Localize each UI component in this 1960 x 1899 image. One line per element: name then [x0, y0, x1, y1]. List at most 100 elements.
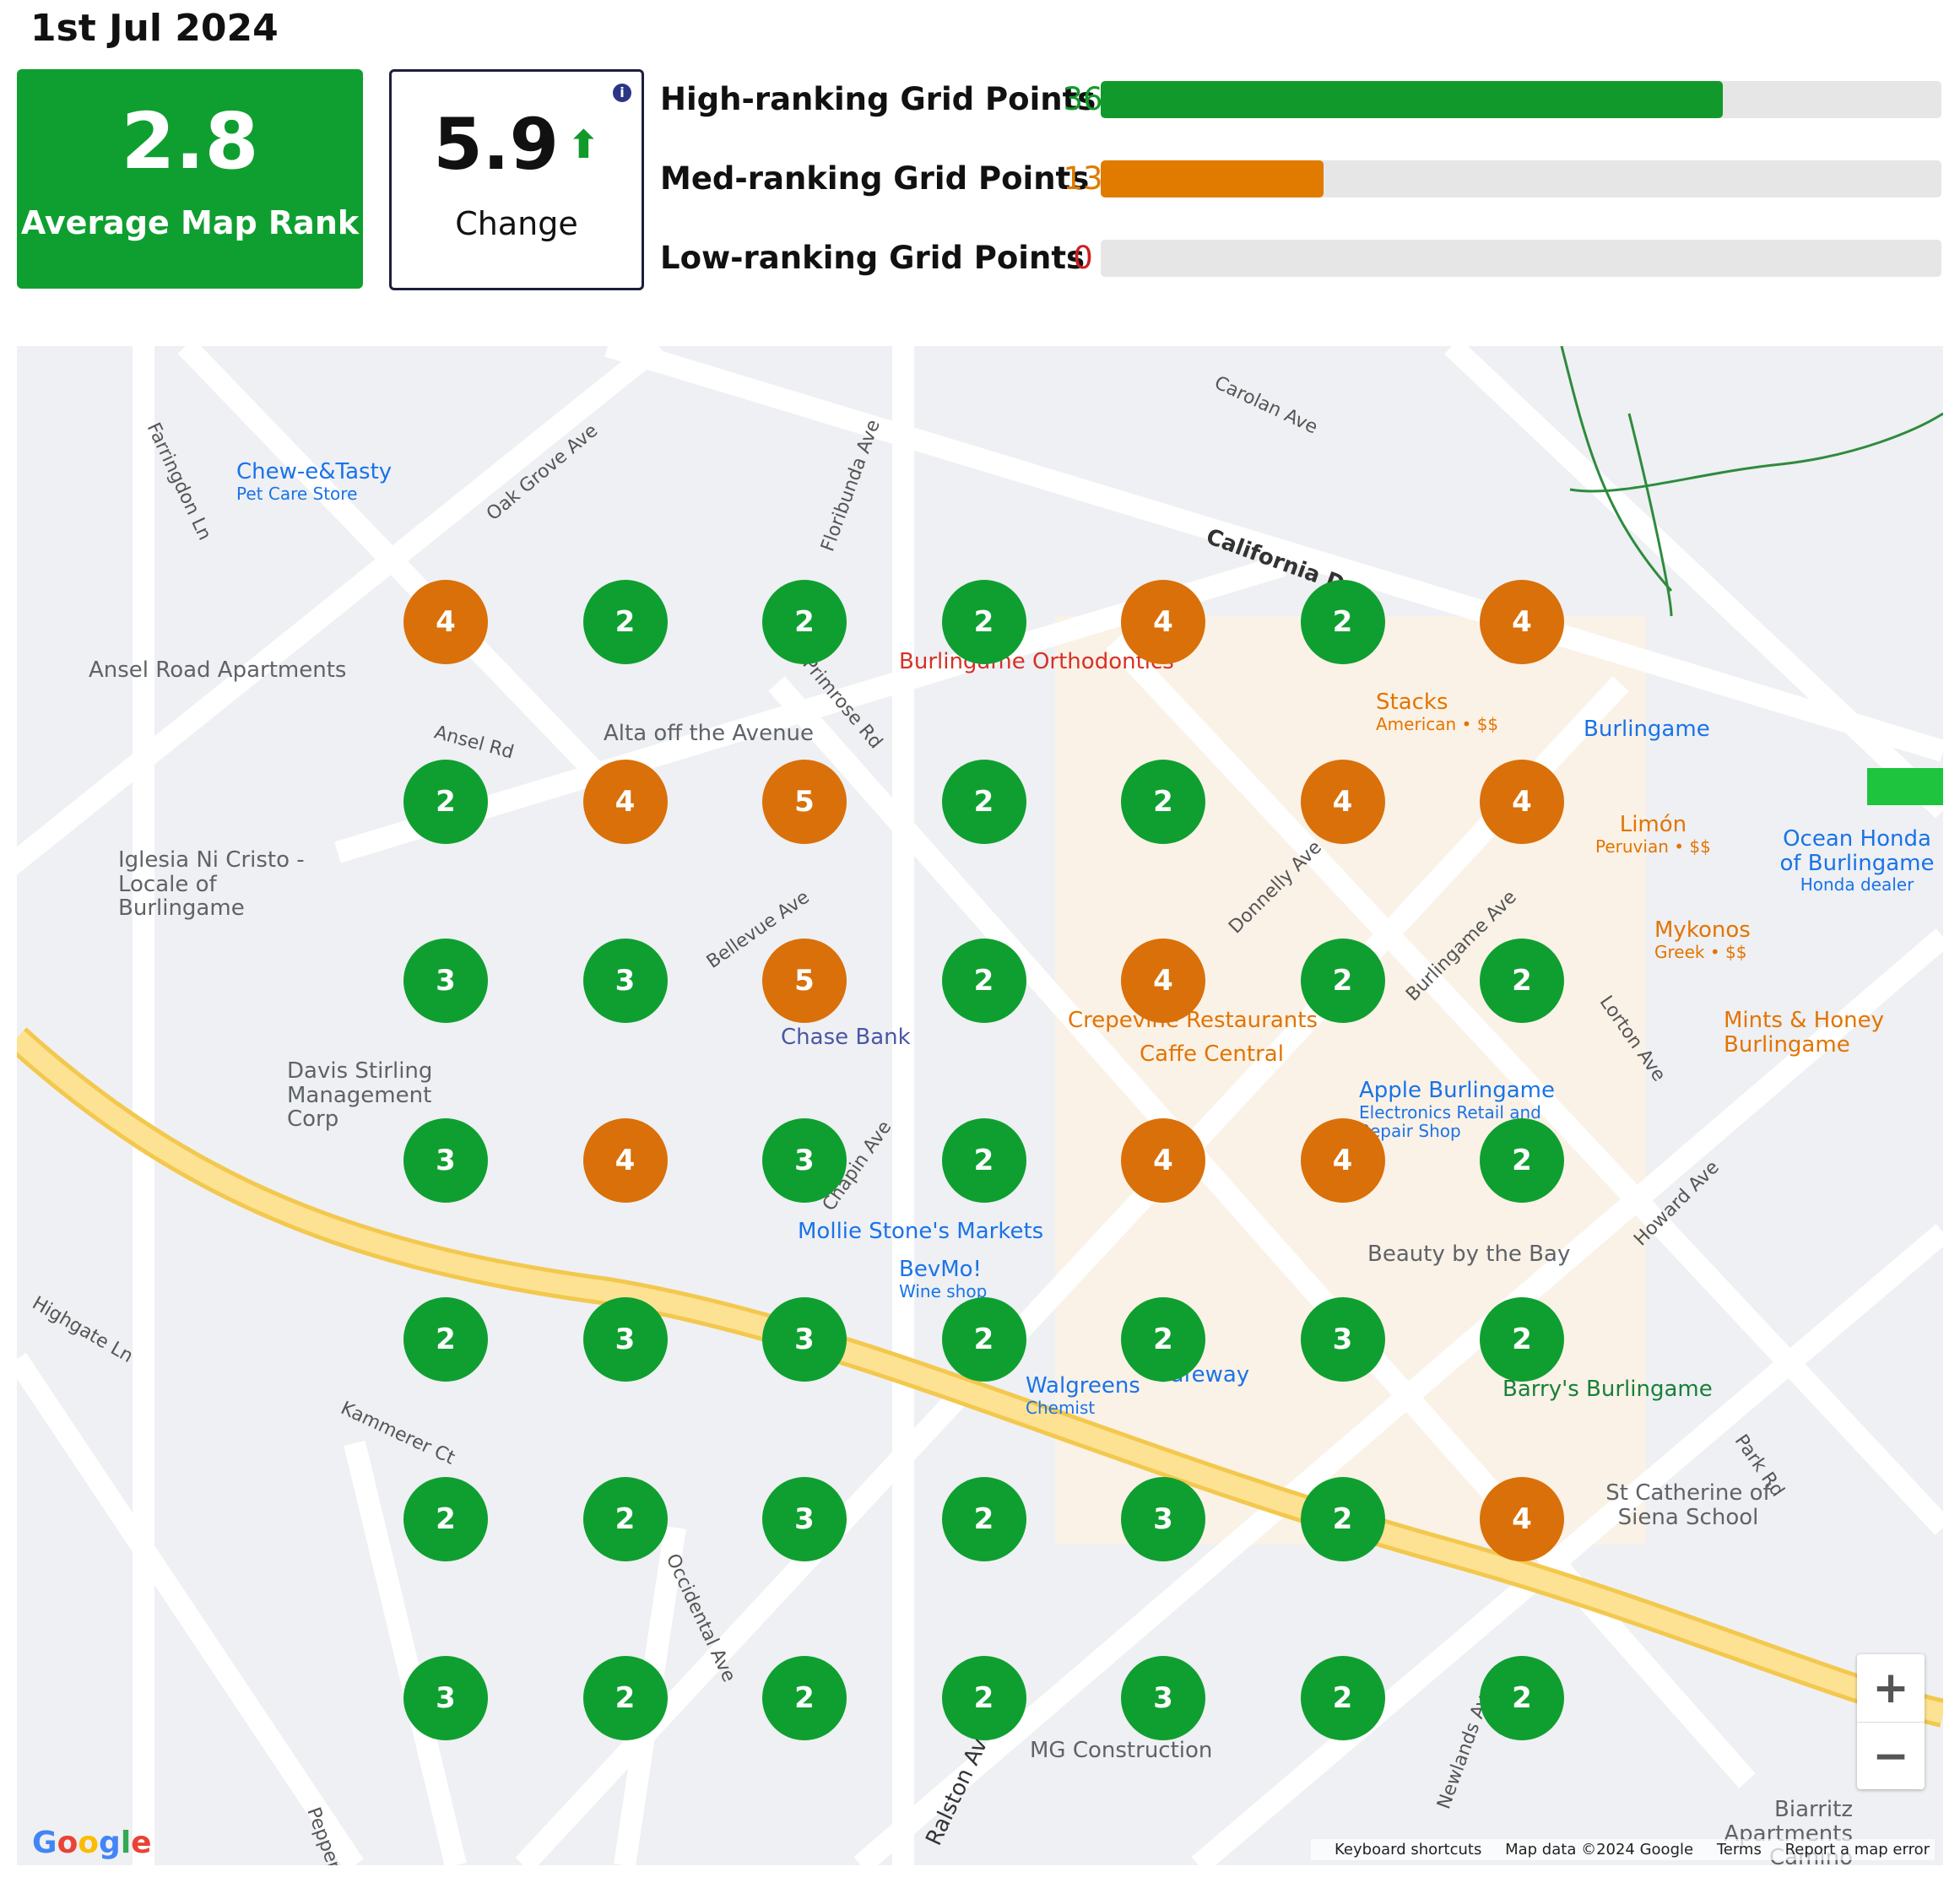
grid-point-r3c2[interactable]: 3 [582, 939, 668, 1023]
zoom-out-button[interactable]: − [1857, 1722, 1925, 1790]
poi-limon[interactable]: Limón Peruvian • $$ [1595, 813, 1711, 856]
average-rank-label: Average Map Rank [20, 204, 360, 241]
poi-barrys-burlingame[interactable]: Barry's Burlingame [1502, 1377, 1713, 1402]
poi-iglesia-ni-cristo[interactable]: Iglesia Ni Cristo - Locale of Burlingame [118, 848, 346, 921]
grid-point-r1c5[interactable]: 4 [1121, 580, 1205, 664]
grid-point-r6c1[interactable]: 2 [403, 1476, 488, 1561]
grid-point-r3c4[interactable]: 2 [941, 939, 1026, 1023]
poi-st-catherine-school[interactable]: St Catherine of Siena School [1604, 1481, 1773, 1529]
grid-point-r4c1[interactable]: 3 [403, 1117, 488, 1203]
grid-point-r6c4[interactable]: 2 [941, 1476, 1026, 1561]
poi-chew-e-tasty[interactable]: Chew-e&Tasty Pet Care Store [236, 460, 392, 503]
med-ranking-row: Med-ranking Grid Points 13 [660, 155, 1943, 235]
low-ranking-row: Low-ranking Grid Points 0 [660, 235, 1943, 314]
grid-point-r6c3[interactable]: 3 [762, 1476, 847, 1561]
change-value-row: 5.9 ⬆ [433, 109, 599, 180]
change-value: 5.9 [433, 103, 560, 186]
poi-burlingame-orthodontics[interactable]: Burlingame Orthodontics [899, 650, 1174, 674]
low-ranking-label: Low-ranking Grid Points [660, 240, 1086, 276]
grid-point-r1c3[interactable]: 2 [762, 580, 847, 664]
zoom-control: + − [1857, 1654, 1925, 1789]
grid-point-r1c6[interactable]: 2 [1300, 580, 1385, 664]
poi-burlingame-station[interactable]: Burlingame [1584, 717, 1710, 742]
grid-point-r7c1[interactable]: 3 [403, 1656, 488, 1740]
arrow-up-icon: ⬆ [567, 122, 600, 167]
grid-point-r2c3[interactable]: 5 [762, 759, 847, 844]
grid-point-r3c7[interactable]: 2 [1480, 939, 1564, 1023]
poi-bevmo[interactable]: BevMo! Wine shop [899, 1258, 987, 1301]
change-label: Change [455, 205, 578, 242]
change-card: i 5.9 ⬆ Change [389, 69, 644, 290]
poi-caffe-central[interactable]: Caffe Central [1140, 1042, 1284, 1067]
grid-point-r3c5[interactable]: 4 [1121, 939, 1205, 1023]
grid-point-r5c6[interactable]: 3 [1300, 1297, 1385, 1382]
grid-point-r5c7[interactable]: 2 [1480, 1297, 1564, 1382]
grid-point-r1c7[interactable]: 4 [1480, 580, 1564, 664]
grid-point-r4c2[interactable]: 4 [582, 1117, 668, 1203]
grid-point-r2c2[interactable]: 4 [582, 759, 668, 844]
poi-stacks[interactable]: Stacks American • $$ [1376, 690, 1498, 733]
grid-point-r2c6[interactable]: 4 [1300, 759, 1385, 844]
grid-point-r4c6[interactable]: 4 [1300, 1117, 1385, 1203]
grid-point-r7c5[interactable]: 3 [1121, 1656, 1205, 1740]
grid-point-r3c6[interactable]: 2 [1300, 939, 1385, 1023]
grid-point-r5c1[interactable]: 2 [403, 1297, 488, 1382]
poi-crepevine[interactable]: Crepevine Restaurants [1068, 1009, 1318, 1033]
terms-link[interactable]: Terms [1717, 1841, 1762, 1858]
grid-point-r5c5[interactable]: 2 [1121, 1297, 1205, 1382]
grid-point-r4c7[interactable]: 2 [1480, 1117, 1564, 1203]
poi-chase-bank[interactable]: Chase Bank [781, 1025, 911, 1050]
grid-point-r4c4[interactable]: 2 [941, 1117, 1026, 1203]
grid-point-r7c4[interactable]: 2 [941, 1656, 1026, 1740]
google-logo: Google [32, 1826, 152, 1860]
grid-point-r6c5[interactable]: 3 [1121, 1476, 1205, 1561]
grid-point-r1c1[interactable]: 4 [403, 580, 488, 664]
grid-point-r7c2[interactable]: 2 [582, 1656, 668, 1740]
grid-point-r7c7[interactable]: 2 [1480, 1656, 1564, 1740]
high-ranking-row: High-ranking Grid Points 36 [660, 76, 1943, 155]
zoom-in-button[interactable]: + [1857, 1654, 1925, 1722]
average-rank-value: 2.8 [121, 96, 259, 187]
grid-point-r3c1[interactable]: 3 [403, 939, 488, 1023]
grid-point-r2c1[interactable]: 2 [403, 759, 488, 844]
med-ranking-label: Med-ranking Grid Points [660, 160, 1090, 197]
poi-mollie-stones[interactable]: Mollie Stone's Markets [798, 1220, 1043, 1244]
poi-mg-construction[interactable]: MG Construction [1030, 1739, 1212, 1763]
grid-point-r3c3[interactable]: 5 [762, 939, 847, 1023]
map-attribution: Keyboard shortcuts Map data ©2024 Google… [1311, 1839, 1935, 1860]
poi-mykonos[interactable]: Mykonos Greek • $$ [1654, 918, 1751, 961]
report-date: 1st Jul 2024 [30, 7, 279, 50]
map-view[interactable]: California Dr Carolan Ave Oak Grove Ave … [17, 346, 1943, 1865]
grid-points-summary: High-ranking Grid Points 36 Med-ranking … [660, 76, 1943, 314]
poi-mints-honey[interactable]: Mints & Honey Burlingame [1724, 1009, 1892, 1057]
map-data-label: Map data ©2024 Google [1505, 1841, 1694, 1858]
grid-point-r7c3[interactable]: 2 [762, 1656, 847, 1740]
high-ranking-bar [1101, 81, 1941, 118]
med-ranking-bar [1101, 160, 1941, 197]
grid-point-r5c2[interactable]: 3 [582, 1297, 668, 1382]
grid-point-r5c3[interactable]: 3 [762, 1297, 847, 1382]
grid-point-r5c4[interactable]: 2 [941, 1297, 1026, 1382]
info-icon[interactable]: i [613, 84, 631, 102]
grid-point-r4c5[interactable]: 4 [1121, 1117, 1205, 1203]
report-error-link[interactable]: Report a map error [1785, 1841, 1930, 1858]
keyboard-shortcuts-link[interactable]: Keyboard shortcuts [1335, 1841, 1481, 1858]
grid-point-r2c7[interactable]: 4 [1480, 759, 1564, 844]
med-ranking-fill [1101, 160, 1324, 197]
grid-point-r1c2[interactable]: 2 [582, 580, 668, 664]
poi-ocean-honda[interactable]: Ocean Honda of Burlingame Honda dealer [1773, 827, 1941, 894]
low-ranking-bar [1101, 240, 1941, 277]
grid-point-r2c4[interactable]: 2 [941, 759, 1026, 844]
grid-point-r6c7[interactable]: 4 [1480, 1476, 1564, 1561]
poi-beauty-by-the-bay[interactable]: Beauty by the Bay [1367, 1242, 1570, 1267]
grid-point-r1c4[interactable]: 2 [941, 580, 1026, 664]
poi-walgreens[interactable]: Walgreens Chemist [1026, 1374, 1140, 1417]
grid-point-r4c3[interactable]: 3 [762, 1117, 847, 1203]
grid-point-r7c6[interactable]: 2 [1300, 1656, 1385, 1740]
grid-point-r2c5[interactable]: 2 [1121, 759, 1205, 844]
grid-point-r6c6[interactable]: 2 [1300, 1476, 1385, 1561]
poi-alta-off-the-avenue[interactable]: Alta off the Avenue [604, 722, 814, 746]
grid-point-r6c2[interactable]: 2 [582, 1476, 668, 1561]
high-ranking-label: High-ranking Grid Points [660, 81, 1096, 117]
poi-ansel-road-apartments[interactable]: Ansel Road Apartments [89, 658, 346, 683]
